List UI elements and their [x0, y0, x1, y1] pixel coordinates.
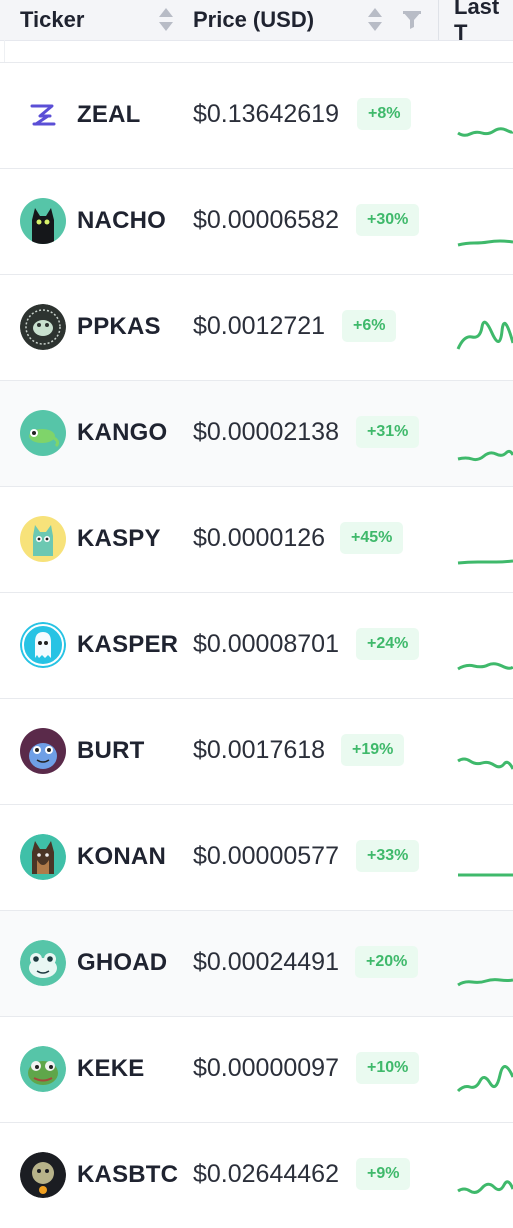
- column-header-price[interactable]: Price (USD): [193, 0, 314, 40]
- price-value: $0.00008701: [193, 630, 339, 658]
- zeal-logo-icon: [20, 92, 66, 138]
- kasbtc-icon: [20, 1152, 66, 1198]
- price-value: $0.0017618: [193, 736, 326, 764]
- pepe-frog-icon: [20, 1046, 66, 1092]
- price-value: $0.0000126: [193, 524, 326, 552]
- sparkline-chart: [456, 739, 513, 789]
- change-badge: +30%: [356, 204, 420, 236]
- ticker-symbol: KASPY: [77, 525, 161, 552]
- sparkline-chart: [456, 527, 513, 577]
- ticker-symbol: ZEAL: [77, 101, 141, 128]
- price-value: $0.13642619: [193, 100, 339, 128]
- sparkline-chart: [456, 103, 513, 153]
- sparkline-chart: [456, 845, 513, 895]
- ticker-symbol: KANGO: [77, 419, 168, 446]
- pepe-coin-icon: [20, 304, 66, 350]
- table-row[interactable]: NACHO $0.00006582 +30%: [0, 168, 513, 274]
- sparkline-chart: [456, 951, 513, 1001]
- change-badge: +20%: [355, 946, 419, 978]
- filter-icon[interactable]: [402, 10, 422, 30]
- dog-icon: [20, 834, 66, 880]
- sort-icon[interactable]: [159, 6, 175, 34]
- sparkline-chart: [456, 1057, 513, 1107]
- black-cat-icon: [20, 198, 66, 244]
- column-header-ticker[interactable]: Ticker: [20, 0, 84, 40]
- price-value: $0.00024491: [193, 948, 339, 976]
- cartoon-cat-icon: [20, 516, 66, 562]
- sparkline-chart: [456, 633, 513, 683]
- ticker-symbol: KASBTC: [77, 1161, 179, 1188]
- change-badge: +31%: [356, 416, 420, 448]
- ticker-symbol: NACHO: [77, 207, 166, 234]
- price-value: $0.0012721: [193, 312, 326, 340]
- ticker-symbol: KONAN: [77, 843, 166, 870]
- sparkline-chart: [456, 315, 513, 365]
- column-header-last[interactable]: Last T: [454, 0, 513, 45]
- ghost-icon: [20, 622, 66, 668]
- table-row[interactable]: ZEAL $0.13642619 +8%: [0, 62, 513, 168]
- table-header: Ticker Price (USD) Last T: [0, 0, 513, 45]
- change-badge: +33%: [356, 840, 420, 872]
- table-row[interactable]: KONAN $0.00000577 +33%: [0, 804, 513, 910]
- chameleon-icon: [20, 410, 66, 456]
- column-divider: [438, 0, 439, 40]
- change-badge: +45%: [340, 522, 404, 554]
- table-row[interactable]: PPKAS $0.0012721 +6%: [0, 274, 513, 380]
- sparkline-chart: [456, 1163, 513, 1213]
- sparkline-chart: [456, 421, 513, 471]
- blue-creature-icon: [20, 728, 66, 774]
- table-row[interactable]: GHOAD $0.00024491 +20%: [0, 910, 513, 1016]
- ticker-symbol: BURT: [77, 737, 145, 764]
- change-badge: +8%: [357, 98, 412, 130]
- ticker-symbol: GHOAD: [77, 949, 168, 976]
- table-row[interactable]: KASBTC $0.02644462 +9%: [0, 1122, 513, 1228]
- change-badge: +9%: [356, 1158, 411, 1190]
- sort-icon[interactable]: [368, 6, 384, 34]
- price-value: $0.00006582: [193, 206, 339, 234]
- table-row[interactable]: KASPY $0.0000126 +45%: [0, 486, 513, 592]
- table-row[interactable]: KASPER $0.00008701 +24%: [0, 592, 513, 698]
- price-value: $0.00000097: [193, 1054, 339, 1082]
- ticker-symbol: KEKE: [77, 1055, 145, 1082]
- change-badge: +10%: [356, 1052, 420, 1084]
- table-row[interactable]: BURT $0.0017618 +19%: [0, 698, 513, 804]
- table-row[interactable]: KANGO $0.00002138 +31%: [0, 380, 513, 486]
- price-value: $0.00002138: [193, 418, 339, 446]
- price-value: $0.00000577: [193, 842, 339, 870]
- sparkline-chart: [456, 209, 513, 259]
- table-row[interactable]: KEKE $0.00000097 +10%: [0, 1016, 513, 1122]
- change-badge: +24%: [356, 628, 420, 660]
- ticker-symbol: PPKAS: [77, 313, 161, 340]
- change-badge: +6%: [342, 310, 397, 342]
- token-table-body: ZEAL $0.13642619 +8% NACHO $0.00006582 +…: [0, 62, 513, 1228]
- change-badge: +19%: [341, 734, 405, 766]
- frog-face-icon: [20, 940, 66, 986]
- price-value: $0.02644462: [193, 1160, 339, 1188]
- ticker-symbol: KASPER: [77, 631, 179, 658]
